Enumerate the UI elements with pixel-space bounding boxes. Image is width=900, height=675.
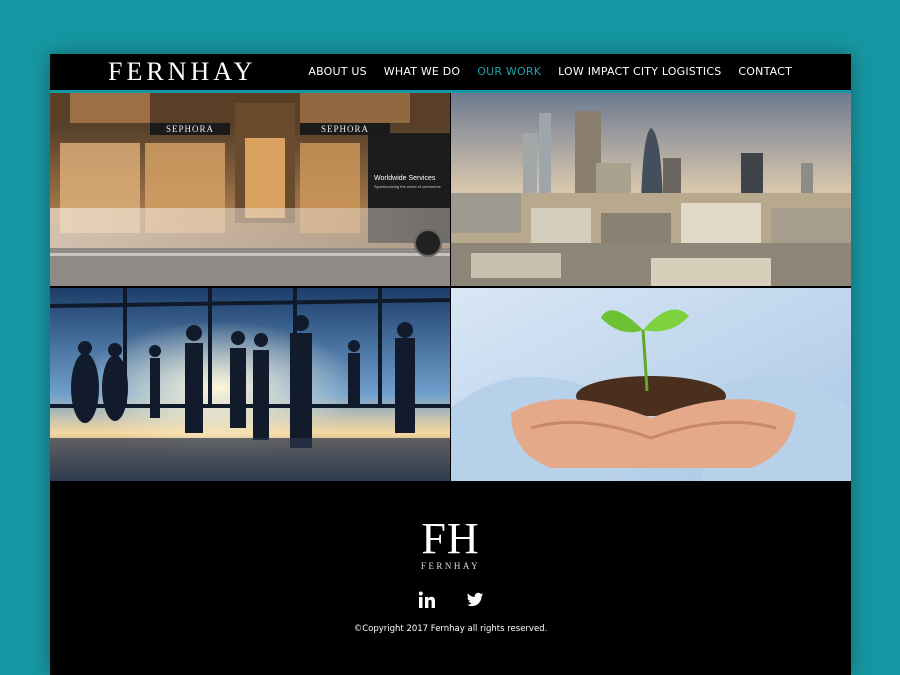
- footer-monogram-subtitle: FERNHAY: [420, 561, 481, 571]
- social-links: [50, 591, 851, 609]
- tile-seedling[interactable]: [451, 288, 851, 481]
- storefront-image: SEPHORA SEPHORA Worldwide Services Synch…: [50, 93, 450, 286]
- nav-low-impact-city-logistics[interactable]: LOW IMPACT CITY LOGISTICS: [558, 65, 721, 78]
- nav-contact[interactable]: CONTACT: [738, 65, 792, 78]
- business-image: [50, 288, 450, 481]
- truck-subtext: Synchronizing the world of commerce: [374, 184, 441, 189]
- work-grid: SEPHORA SEPHORA Worldwide Services Synch…: [50, 93, 851, 481]
- tile-city-skyline[interactable]: [451, 93, 851, 286]
- sign-text: SEPHORA: [166, 124, 214, 134]
- linkedin-icon[interactable]: [418, 591, 436, 609]
- nav-our-work[interactable]: OUR WORK: [477, 65, 541, 78]
- sign-text: SEPHORA: [321, 124, 369, 134]
- header: FERNHAY ABOUT US WHAT WE DO OUR WORK LOW…: [50, 54, 851, 93]
- skyline-image: [451, 93, 851, 286]
- nav-what-we-do[interactable]: WHAT WE DO: [384, 65, 461, 78]
- tile-storefront[interactable]: SEPHORA SEPHORA Worldwide Services Synch…: [50, 93, 450, 286]
- footer: FH FERNHAY ©Copyright 2017 Fernhay all r…: [50, 481, 851, 675]
- brand-logo[interactable]: FERNHAY: [108, 58, 256, 86]
- truck-text: Worldwide Services: [374, 175, 436, 182]
- main-nav: ABOUT US WHAT WE DO OUR WORK LOW IMPACT …: [308, 65, 792, 78]
- footer-monogram: FH: [421, 514, 480, 563]
- nav-about-us[interactable]: ABOUT US: [308, 65, 366, 78]
- copyright-text: ©Copyright 2017 Fernhay all rights reser…: [353, 624, 548, 634]
- tile-business-people[interactable]: [50, 288, 450, 481]
- twitter-icon[interactable]: [466, 591, 484, 609]
- website-frame: FERNHAY ABOUT US WHAT WE DO OUR WORK LOW…: [50, 54, 851, 675]
- seedling-image: [451, 288, 851, 481]
